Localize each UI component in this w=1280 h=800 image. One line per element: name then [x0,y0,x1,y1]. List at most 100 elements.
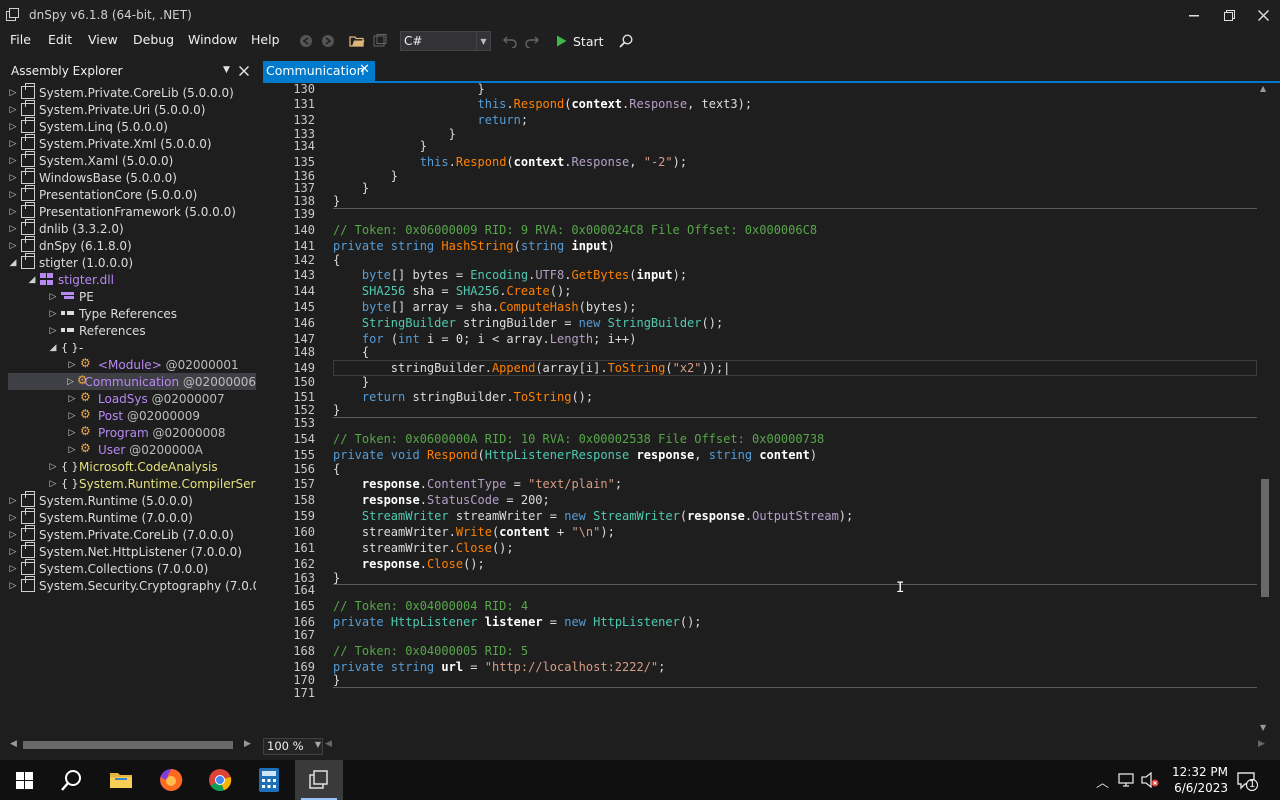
volume-muted-icon[interactable] [1141,772,1159,788]
expand-icon[interactable]: ▷ [8,241,18,251]
notification-center-button[interactable]: 1 [1236,770,1259,793]
tree-node-module[interactable]: ◢ stigter.dll [27,271,114,288]
expand-icon[interactable]: ▷ [8,139,18,149]
collapse-icon[interactable]: ◢ [27,275,37,285]
expand-icon[interactable]: ▷ [48,479,58,489]
expand-icon[interactable]: ▷ [8,156,18,166]
menu-debug[interactable]: Debug [133,32,174,47]
system-clock[interactable]: 12:32 PM 6/6/2023 [1162,764,1228,796]
chrome-button[interactable] [196,760,244,800]
tree-node-class[interactable]: ▷ User @0200000A [67,441,203,458]
expand-icon[interactable]: ▷ [48,462,58,472]
expand-icon[interactable]: ▷ [8,207,18,217]
tree-node[interactable]: ▷ System.Linq (5.0.0.0) [8,117,168,135]
tree-node-class-selected[interactable]: ▷ Communication @02000006 [8,373,256,390]
panel-menu-icon[interactable]: ▼ [223,65,230,75]
expand-icon[interactable]: ▷ [67,394,77,404]
collapse-icon[interactable]: ◢ [8,258,18,268]
open-button[interactable] [347,31,367,51]
expand-icon[interactable]: ▷ [8,122,18,132]
expand-icon[interactable]: ▷ [8,88,18,98]
scroll-left-icon[interactable]: ◀ [10,739,17,749]
expand-icon[interactable]: ▷ [48,292,58,302]
menu-view[interactable]: View [88,32,118,47]
tree-node[interactable]: ▷ PresentationFramework (5.0.0.0) [8,202,236,220]
scroll-right-icon[interactable]: ▶ [244,739,251,749]
expand-icon[interactable]: ▷ [8,581,18,591]
editor-vertical-scrollbar[interactable]: ▲ ▼ [1259,83,1271,735]
save-all-button[interactable] [370,31,390,51]
calculator-button[interactable] [245,760,293,800]
scroll-thumb[interactable] [1261,479,1269,597]
navigate-back-button[interactable] [296,31,316,51]
expand-icon[interactable]: ▷ [67,360,77,370]
tree-node[interactable]: ▷ System.Net.HttpListener (7.0.0.0) [8,542,242,560]
expand-icon[interactable]: ▷ [8,190,18,200]
scroll-right-icon[interactable]: ▶ [1258,739,1265,749]
start-debugging-button[interactable]: Start [556,31,604,51]
firefox-button[interactable] [147,760,195,800]
tree-node[interactable]: ▷ WindowsBase (5.0.0.0) [8,168,177,186]
editor-horizontal-scrollbar[interactable]: ◀ ▶ [322,738,1271,753]
close-tab-icon[interactable]: ✕ [359,62,370,77]
expand-icon[interactable]: ▷ [8,224,18,234]
tree-node[interactable]: ▷ System.Private.Xml (5.0.0.0) [8,134,212,152]
navigate-forward-button[interactable] [318,31,338,51]
tab-communication[interactable]: Communication ✕ [263,61,375,81]
tree-node[interactable]: ▷ System.Private.CoreLib (7.0.0.0) [8,525,234,543]
zoom-select[interactable]: 100 % ▼ [263,738,323,755]
expand-icon[interactable]: ▷ [8,105,18,115]
tree-node[interactable]: ▷ System.Security.Cryptography (7.0.0.0) [8,576,256,594]
tree-node-class[interactable]: ▷ LoadSys @02000007 [67,390,225,407]
expand-icon[interactable]: ▷ [8,173,18,183]
show-hidden-icons-icon[interactable]: ︿ [1096,772,1109,791]
scroll-down-icon[interactable]: ▼ [1260,723,1266,732]
expand-icon[interactable]: ▷ [48,326,58,336]
tree-node[interactable]: ▷ PresentationCore (5.0.0.0) [8,185,197,203]
tree-node-namespace[interactable]: ▷{ }System.Runtime.CompilerServices [48,475,256,492]
taskbar-search-button[interactable] [48,760,96,800]
expand-icon[interactable]: ▷ [67,377,74,387]
tree-node[interactable]: ▷ System.Runtime (5.0.0.0) [8,491,193,509]
tree-node[interactable]: ▷ Type References [48,305,178,322]
expand-icon[interactable]: ▷ [8,547,18,557]
search-button[interactable] [616,31,636,51]
tree-node-class[interactable]: ▷ Program @02000008 [67,424,226,441]
close-panel-icon[interactable] [239,66,249,76]
expand-icon[interactable]: ▷ [8,564,18,574]
expand-icon[interactable]: ▷ [8,513,18,523]
code-editor[interactable]: 130 131 132 133 134 135 136 137 138 139 … [263,83,1271,735]
network-icon[interactable] [1117,773,1135,787]
file-explorer-button[interactable] [97,760,145,800]
scroll-up-icon[interactable]: ▲ [1260,84,1266,93]
menu-help[interactable]: Help [251,32,280,47]
redo-button[interactable] [522,31,542,51]
expand-icon[interactable]: ▷ [48,309,58,319]
expand-icon[interactable]: ▷ [67,445,77,455]
expand-icon[interactable]: ▷ [67,411,77,421]
scroll-thumb[interactable] [23,741,233,749]
undo-button[interactable] [500,31,520,51]
language-select[interactable]: C# ▼ [400,31,491,51]
tree-node[interactable]: ▷ dnlib (3.3.2.0) [8,219,124,237]
dnspy-taskbar-button[interactable] [295,760,343,800]
expand-icon[interactable]: ▷ [67,428,77,438]
close-window-button[interactable] [1240,0,1280,30]
tree-node-namespace[interactable]: ◢{ } - [48,339,84,356]
menu-file[interactable]: File [10,32,31,47]
expand-icon[interactable]: ▷ [8,530,18,540]
tree-node[interactable]: ▷ System.Collections (7.0.0.0) [8,559,208,577]
tree-node-stigter[interactable]: ◢ stigter (1.0.0.0) [8,253,133,271]
menu-window[interactable]: Window [188,32,237,47]
tree-node[interactable]: ▷ System.Private.Uri (5.0.0.0) [8,100,205,118]
scroll-left-icon[interactable]: ◀ [325,739,332,749]
tree-node[interactable]: ▷ System.Xaml (5.0.0.0) [8,151,173,169]
menu-edit[interactable]: Edit [48,32,72,47]
tree-node[interactable]: ▷ PE [48,288,94,305]
tree-node[interactable]: ▷ dnSpy (6.1.8.0) [8,236,132,254]
start-menu-button[interactable] [0,760,48,800]
tree-node-namespace[interactable]: ▷{ } Microsoft.CodeAnalysis [48,458,218,475]
tree-node[interactable]: ▷ System.Runtime (7.0.0.0) [8,508,193,526]
tree-node[interactable]: ▷ References [48,322,146,339]
collapse-icon[interactable]: ◢ [48,343,58,353]
